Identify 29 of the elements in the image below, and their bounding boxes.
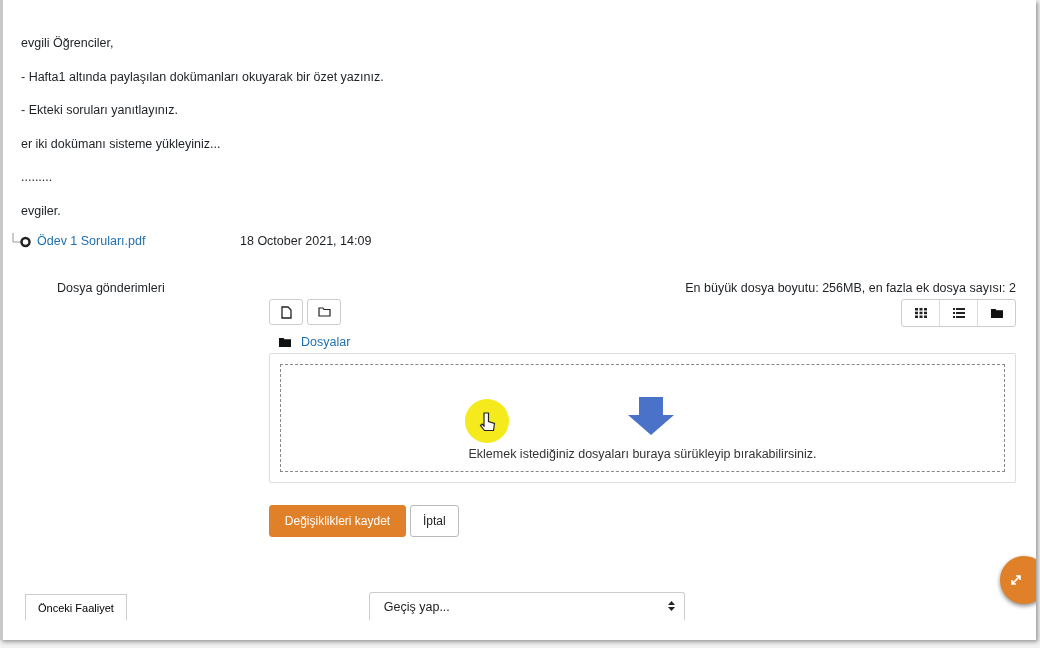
field-label: Dosya gönderimleri	[56, 281, 166, 297]
new-folder-button[interactable]	[307, 299, 341, 325]
folder-icon	[279, 337, 291, 347]
instruction-text: - Hafta1 altında paylaşılan dokümanları okuyarak bir özet yazınız.	[21, 69, 385, 84]
list-icon	[952, 308, 965, 318]
folder-icon	[990, 308, 1003, 318]
instruction-text: - Ekteki soruları yanıtlayınız.	[21, 103, 179, 117]
instruction-text: er iki dokümanı sisteme yükleyiniz...	[21, 136, 222, 151]
instruction-text: evgiler.	[21, 203, 62, 218]
down-arrow-icon	[627, 397, 674, 435]
save-button[interactable]: Değişiklikleri kaydet	[269, 505, 406, 537]
expand-icon	[1010, 574, 1022, 586]
sort-caret-icon	[667, 601, 675, 611]
cancel-button[interactable]: İptal	[410, 505, 459, 537]
upload-limits: En büyük dosya boyutu: 256MB, en fazla ek dosya sayısı: 2	[684, 281, 1016, 295]
file-icon	[280, 305, 292, 319]
drop-hint: Eklemek istediğiniz dosyaları buraya sürükleyip bırakabilirsiniz.	[468, 447, 817, 461]
jump-select[interactable]: Geçiş yap...	[368, 592, 685, 620]
attachment-link[interactable]: Ödev 1 Soruları.pdf	[37, 234, 240, 248]
expand-button[interactable]	[1000, 556, 1036, 604]
cursor-highlight-icon	[464, 398, 510, 444]
attachment-date: 18 October 2021, 14:09	[240, 234, 372, 248]
add-file-button[interactable]	[269, 299, 303, 325]
previous-activity-button[interactable]: Önceki Faaliyet	[25, 594, 127, 620]
folder-icon	[317, 307, 331, 317]
folder-link[interactable]: Dosyalar	[301, 335, 351, 349]
instruction-text: evgili Öğrenciler,	[21, 36, 115, 50]
grid-icon	[914, 308, 927, 318]
instruction-text: .........	[21, 170, 54, 184]
